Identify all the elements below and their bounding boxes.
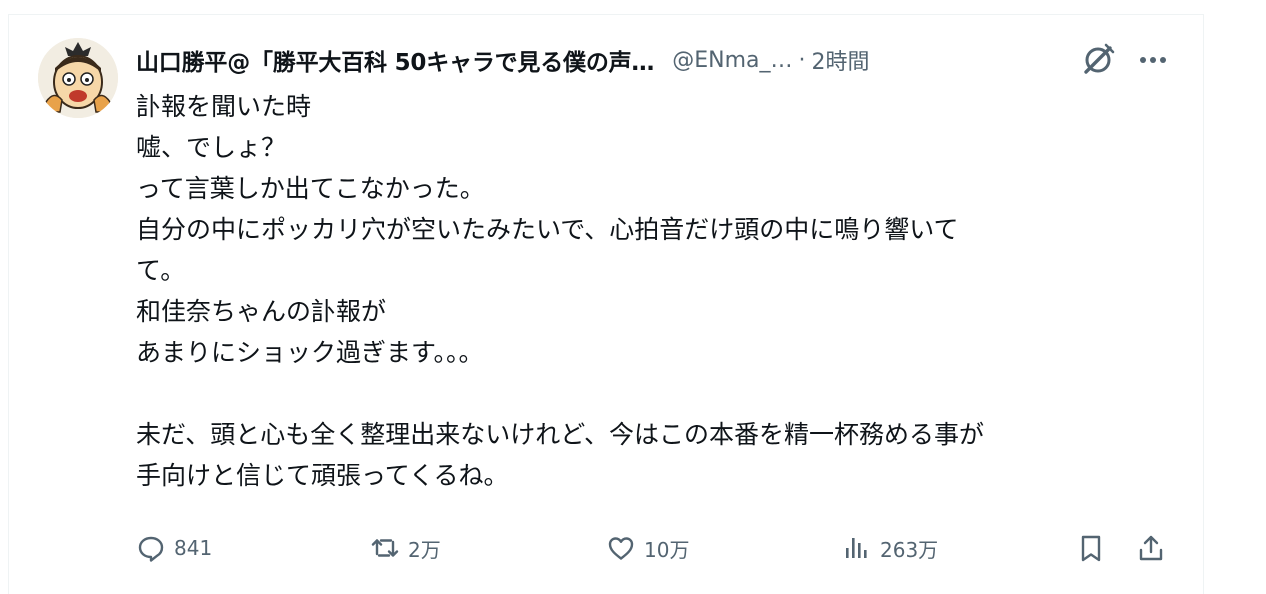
author-name[interactable]: 山口勝平@「勝平大百科 50キャラで見る僕の声…	[136, 43, 654, 77]
post-text-line: あまりにショック過ぎます。。。	[136, 338, 484, 367]
avatar-image	[38, 38, 118, 118]
like-button[interactable]: 10万	[606, 528, 689, 568]
reply-icon	[138, 536, 164, 562]
separator-dot: ·	[798, 47, 806, 73]
more-icon[interactable]	[1135, 44, 1171, 76]
share-icon	[1139, 535, 1163, 561]
post-text: 訃報を聞いた時 嘘、でしょ？ って言葉しか出てこなかった。 自分の中にポッカリ穴…	[136, 86, 1176, 496]
post-text-line	[136, 373, 1176, 414]
post-text-line: 和佳奈ちゃんの訃報が	[136, 297, 387, 326]
views-count: 263万	[880, 537, 939, 562]
action-bar: 841 2万 10万 263万	[136, 528, 1176, 568]
like-count: 10万	[644, 537, 690, 562]
grok-icon[interactable]	[1080, 42, 1116, 78]
post-text-line: 未だ、頭と心も全く整理出来ないけれど、今はこの本番を精一杯務める事が	[136, 420, 985, 449]
reply-button[interactable]: 841	[136, 528, 212, 568]
repost-icon	[371, 539, 399, 557]
post-text-line: て。	[136, 256, 186, 285]
repost-count: 2万	[408, 537, 441, 562]
post-header: 山口勝平@「勝平大百科 50キャラで見る僕の声… @ENma_… · 2時間	[136, 42, 1196, 78]
views-icon	[846, 538, 867, 558]
reply-count: 841	[174, 536, 213, 560]
share-button[interactable]	[1136, 528, 1166, 568]
post-text-line: って言葉しか出てこなかった。	[136, 174, 485, 203]
like-icon	[608, 537, 634, 560]
views-button[interactable]: 263万	[842, 528, 938, 568]
repost-button[interactable]: 2万	[370, 528, 441, 568]
post-text-line: 訃報を聞いた時	[136, 92, 312, 121]
post-time[interactable]: 2時間	[812, 44, 870, 76]
post-text-line: 自分の中にポッカリ穴が空いたみたいで、心拍音だけ頭の中に鳴り響いて	[136, 215, 959, 244]
bookmark-button[interactable]	[1076, 528, 1106, 568]
author-handle[interactable]: @ENma_…	[672, 48, 792, 73]
post-text-line: 手向けと信じて頑張ってくるね。	[136, 461, 509, 490]
post-text-line: 嘘、でしょ？	[136, 133, 287, 162]
bookmark-icon	[1081, 535, 1101, 562]
avatar[interactable]	[38, 38, 118, 118]
